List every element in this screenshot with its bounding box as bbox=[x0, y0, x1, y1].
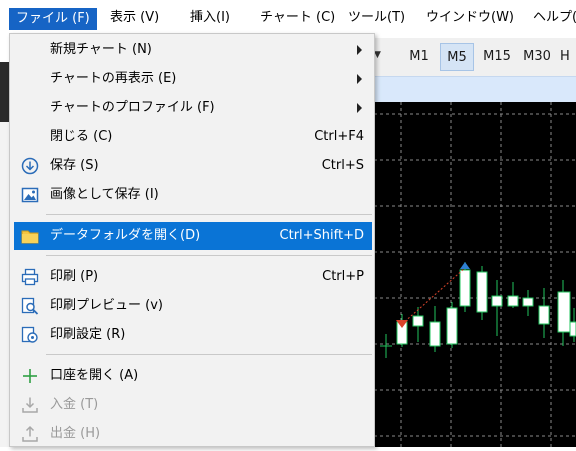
submenu-arrow-icon bbox=[357, 45, 362, 55]
chart-grid bbox=[374, 102, 576, 447]
menu-item-label: チャートのプロファイル (F) bbox=[50, 100, 215, 115]
menu-item-print-setup[interactable]: 印刷設定 (R) bbox=[14, 321, 372, 349]
menu-separator bbox=[46, 214, 372, 215]
menu-window[interactable]: ウインドウ(W) bbox=[426, 7, 514, 29]
menu-tools[interactable]: ツール(T) bbox=[348, 7, 405, 29]
print-settings-icon bbox=[21, 326, 38, 343]
deposit-icon bbox=[22, 397, 38, 413]
menu-item-label: 保存 (S) bbox=[50, 158, 99, 173]
menu-item-label: 口座を開く (A) bbox=[50, 368, 139, 383]
menu-item-print[interactable]: 印刷 (P) Ctrl+P bbox=[14, 263, 372, 291]
menu-chart[interactable]: チャート (C) bbox=[260, 7, 335, 29]
menu-bar: ファイル (F) 表示 (V) 挿入(I) チャート (C) ツール(T) ウイ… bbox=[0, 0, 576, 34]
menu-item-chart-profile[interactable]: チャートのプロファイル (F) bbox=[14, 94, 372, 122]
menu-item-label: 印刷プレビュー (v) bbox=[50, 298, 163, 313]
menu-item-label: 印刷 (P) bbox=[50, 269, 99, 284]
menu-item-close[interactable]: 閉じる (C) Ctrl+F4 bbox=[14, 123, 372, 151]
menu-item-shortcut: Ctrl+P bbox=[322, 269, 364, 284]
file-menu-dropdown: 新規チャート (N) チャートの再表示 (E) チャートのプロファイル (F) … bbox=[9, 33, 375, 447]
menu-item-label: 新規チャート (N) bbox=[50, 42, 152, 57]
menu-item-deposit: 入金 (T) bbox=[14, 391, 372, 419]
menu-item-save-as-image[interactable]: 画像として保存 (I) bbox=[14, 181, 372, 209]
menu-item-label: 画像として保存 (I) bbox=[50, 187, 159, 202]
folder-icon bbox=[21, 230, 39, 244]
print-preview-icon bbox=[21, 297, 39, 315]
timeframe-m15[interactable]: M15 bbox=[478, 43, 516, 71]
menu-item-shortcut: Ctrl+F4 bbox=[314, 129, 364, 144]
menu-item-label: チャートの再表示 (E) bbox=[50, 71, 177, 86]
menu-file[interactable]: ファイル (F) bbox=[9, 8, 97, 30]
submenu-arrow-icon bbox=[357, 103, 362, 113]
price-chart[interactable] bbox=[374, 102, 576, 447]
menu-help[interactable]: ヘルプ(H) bbox=[533, 7, 576, 29]
chart-header-band bbox=[374, 76, 576, 102]
plus-icon bbox=[23, 369, 37, 383]
menu-insert[interactable]: 挿入(I) bbox=[190, 7, 230, 29]
submenu-arrow-icon bbox=[357, 74, 362, 84]
menu-item-label: データフォルダを開く(D) bbox=[50, 228, 201, 243]
menu-item-label: 入金 (T) bbox=[50, 397, 99, 412]
menu-item-shortcut: Ctrl+S bbox=[321, 158, 364, 173]
dropdown-arrow-icon[interactable]: ▼ bbox=[374, 50, 381, 60]
printer-icon bbox=[21, 268, 39, 286]
timeframe-h[interactable]: H bbox=[560, 43, 576, 71]
timeframe-m5[interactable]: M5 bbox=[440, 43, 474, 71]
menu-item-withdraw: 出金 (H) bbox=[14, 420, 372, 448]
menu-item-save[interactable]: 保存 (S) Ctrl+S bbox=[14, 152, 372, 180]
menu-item-print-preview[interactable]: 印刷プレビュー (v) bbox=[14, 292, 372, 320]
menu-item-label: 閉じる (C) bbox=[50, 129, 113, 144]
sell-arrow-icon bbox=[460, 262, 470, 269]
menu-item-open-data-folder[interactable]: データフォルダを開く(D) Ctrl+Shift+D bbox=[14, 222, 372, 250]
menu-separator bbox=[46, 354, 372, 355]
withdraw-icon bbox=[22, 425, 38, 442]
timeframe-m30[interactable]: M30 bbox=[518, 43, 556, 71]
timeframe-m1[interactable]: M1 bbox=[402, 43, 436, 71]
image-icon bbox=[21, 187, 39, 203]
menu-item-open-account[interactable]: 口座を開く (A) bbox=[14, 362, 372, 390]
menu-item-new-chart[interactable]: 新規チャート (N) bbox=[14, 36, 372, 64]
save-icon bbox=[21, 157, 39, 175]
chart-canvas bbox=[374, 102, 576, 447]
menu-item-label: 出金 (H) bbox=[50, 426, 101, 441]
timeframe-toolbar: M1 M5 M15 M30 H bbox=[374, 38, 576, 76]
menu-item-shortcut: Ctrl+Shift+D bbox=[279, 228, 364, 243]
menu-item-label: 印刷設定 (R) bbox=[50, 327, 126, 342]
menu-item-reopen-chart[interactable]: チャートの再表示 (E) bbox=[14, 65, 372, 93]
menu-view[interactable]: 表示 (V) bbox=[110, 7, 159, 29]
menu-separator bbox=[46, 255, 372, 256]
